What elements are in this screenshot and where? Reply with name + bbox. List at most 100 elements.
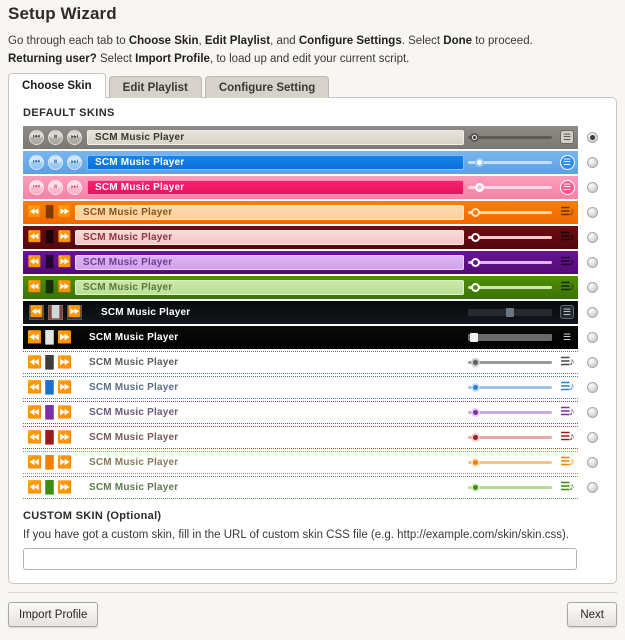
volume-slider[interactable] — [464, 477, 556, 498]
volume-track[interactable] — [468, 257, 552, 267]
next-button-icon[interactable]: ⏩ — [57, 406, 72, 419]
pause-button-icon[interactable]: ▐▌ — [41, 331, 58, 344]
volume-slider[interactable] — [464, 201, 556, 224]
volume-track[interactable] — [468, 457, 552, 467]
next-button-icon[interactable]: ⏩ — [57, 431, 72, 444]
playlist-toggle-icon[interactable]: ☰♪ — [556, 452, 578, 473]
playlist-toggle-icon[interactable]: ☰♪ — [556, 201, 578, 224]
next-button[interactable]: Next — [567, 602, 617, 627]
playlist-toggle-icon[interactable]: ☰♪ — [556, 352, 578, 373]
volume-track[interactable] — [468, 482, 552, 492]
pause-button-icon[interactable]: ▐▌ — [41, 481, 58, 494]
skin-radio-dotted-blue[interactable] — [587, 382, 598, 393]
tab-choose-skin[interactable]: Choose Skin — [8, 73, 106, 98]
import-profile-button[interactable]: Import Profile — [8, 602, 99, 627]
player-preview-dotted-grey[interactable]: ⏪ ▐▌ ⏩ SCM Music Player ☰♪ — [23, 350, 578, 374]
skin-radio-dotted-grey[interactable] — [587, 357, 598, 368]
previous-button-icon[interactable]: ⏪ — [27, 356, 42, 369]
player-preview-grey[interactable]: ⏮ ⏸ ⏭ SCM Music Player ☰ — [23, 125, 578, 149]
volume-knob[interactable] — [470, 207, 480, 217]
volume-slider[interactable] — [464, 301, 556, 324]
volume-knob[interactable] — [470, 407, 480, 417]
previous-button-icon[interactable]: ⏪ — [28, 231, 42, 244]
skin-radio-pink[interactable] — [587, 182, 598, 193]
volume-track[interactable] — [468, 157, 552, 167]
volume-slider[interactable] — [464, 452, 556, 473]
volume-knob[interactable] — [470, 257, 480, 267]
playlist-toggle-icon[interactable]: ☰ — [556, 126, 578, 149]
skin-radio-blue[interactable] — [587, 157, 598, 168]
player-preview-dotted-orange[interactable]: ⏪ ▐▌ ⏩ SCM Music Player ☰♪ — [23, 450, 578, 474]
pause-button-icon[interactable]: ▐▌ — [42, 281, 58, 294]
pause-button-icon[interactable]: ⏸ — [48, 154, 63, 170]
playlist-toggle-icon[interactable]: ☰♪ — [556, 477, 578, 498]
pause-button-icon[interactable]: ⏸ — [48, 179, 63, 195]
previous-button-icon[interactable]: ⏪ — [29, 304, 44, 320]
player-preview-dotted-blue[interactable]: ⏪ ▐▌ ⏩ SCM Music Player ☰♪ — [23, 375, 578, 399]
volume-track[interactable] — [468, 407, 552, 417]
player-preview-purple[interactable]: ⏪ ▐▌ ⏩ SCM Music Player ☰♪ — [23, 250, 578, 274]
previous-button-icon[interactable]: ⏪ — [28, 206, 42, 219]
volume-knob[interactable] — [474, 182, 484, 192]
volume-slider[interactable] — [464, 276, 556, 299]
next-button-icon[interactable]: ⏩ — [58, 281, 72, 294]
playlist-toggle-icon[interactable]: ☰ — [556, 326, 578, 349]
volume-knob[interactable] — [505, 307, 514, 317]
playlist-toggle-icon[interactable]: ☰♪ — [556, 276, 578, 299]
custom-skin-url-input[interactable] — [23, 548, 577, 570]
next-button-icon[interactable]: ⏩ — [57, 481, 72, 494]
pause-button-icon[interactable]: ▐▌ — [41, 381, 58, 394]
pause-button-icon[interactable]: ▐▌ — [41, 356, 58, 369]
skin-radio-dotted-green[interactable] — [587, 482, 598, 493]
player-preview-dotted-red[interactable]: ⏪ ▐▌ ⏩ SCM Music Player ☰♪ — [23, 425, 578, 449]
volume-slider[interactable] — [464, 226, 556, 249]
next-button-icon[interactable]: ⏭ — [67, 129, 82, 145]
playlist-toggle-icon[interactable]: ☰ — [556, 176, 578, 199]
tab-configure-setting[interactable]: Configure Setting — [204, 76, 330, 98]
skin-radio-orange[interactable] — [587, 207, 598, 218]
next-button-icon[interactable]: ⏩ — [67, 304, 82, 320]
previous-button-icon[interactable]: ⏪ — [27, 381, 42, 394]
volume-track[interactable] — [468, 357, 552, 367]
player-preview-pink[interactable]: ⏮ ⏸ ⏭ SCM Music Player ☰ — [23, 175, 578, 199]
volume-knob[interactable] — [469, 332, 478, 342]
pause-button-icon[interactable]: ▐▌ — [41, 431, 58, 444]
next-button-icon[interactable]: ⏭ — [67, 154, 82, 170]
skin-radio-dotted-purple[interactable] — [587, 407, 598, 418]
volume-track[interactable] — [468, 332, 552, 342]
skin-radio-grey[interactable] — [587, 132, 598, 143]
pause-button-icon[interactable]: ⏸ — [48, 129, 63, 145]
volume-knob[interactable] — [470, 457, 480, 467]
volume-track[interactable] — [468, 207, 552, 217]
skin-radio-black-flat[interactable] — [587, 332, 598, 343]
skin-radio-darkred[interactable] — [587, 232, 598, 243]
volume-knob[interactable] — [470, 282, 480, 292]
previous-button-icon[interactable]: ⏪ — [27, 456, 42, 469]
skin-radio-black-glass[interactable] — [587, 307, 598, 318]
volume-knob[interactable] — [470, 482, 480, 492]
volume-slider[interactable] — [464, 326, 556, 349]
pause-button-icon[interactable]: ▐▌ — [48, 304, 63, 320]
volume-track[interactable] — [468, 232, 552, 242]
next-button-icon[interactable]: ⏩ — [57, 356, 72, 369]
playlist-toggle-icon[interactable]: ☰♪ — [556, 402, 578, 423]
next-button-icon[interactable]: ⏩ — [58, 231, 72, 244]
previous-button-icon[interactable]: ⏮ — [29, 154, 44, 170]
next-button-icon[interactable]: ⏩ — [58, 256, 72, 269]
skin-radio-purple[interactable] — [587, 257, 598, 268]
pause-button-icon[interactable]: ▐▌ — [42, 256, 58, 269]
volume-knob[interactable] — [474, 157, 484, 167]
volume-slider[interactable] — [464, 402, 556, 423]
tab-edit-playlist[interactable]: Edit Playlist — [108, 76, 202, 98]
previous-button-icon[interactable]: ⏪ — [27, 331, 42, 344]
pause-button-icon[interactable]: ▐▌ — [42, 206, 58, 219]
playlist-toggle-icon[interactable]: ☰♪ — [556, 427, 578, 448]
player-preview-black-glass[interactable]: ⏪ ▐▌ ⏩ SCM Music Player ☰ — [23, 300, 578, 324]
previous-button-icon[interactable]: ⏪ — [27, 431, 42, 444]
playlist-toggle-icon[interactable]: ☰♪ — [556, 377, 578, 398]
volume-track[interactable] — [468, 132, 552, 142]
previous-button-icon[interactable]: ⏪ — [28, 281, 42, 294]
volume-track[interactable] — [468, 307, 552, 317]
player-preview-dotted-purple[interactable]: ⏪ ▐▌ ⏩ SCM Music Player ☰♪ — [23, 400, 578, 424]
next-button-icon[interactable]: ⏩ — [57, 381, 72, 394]
